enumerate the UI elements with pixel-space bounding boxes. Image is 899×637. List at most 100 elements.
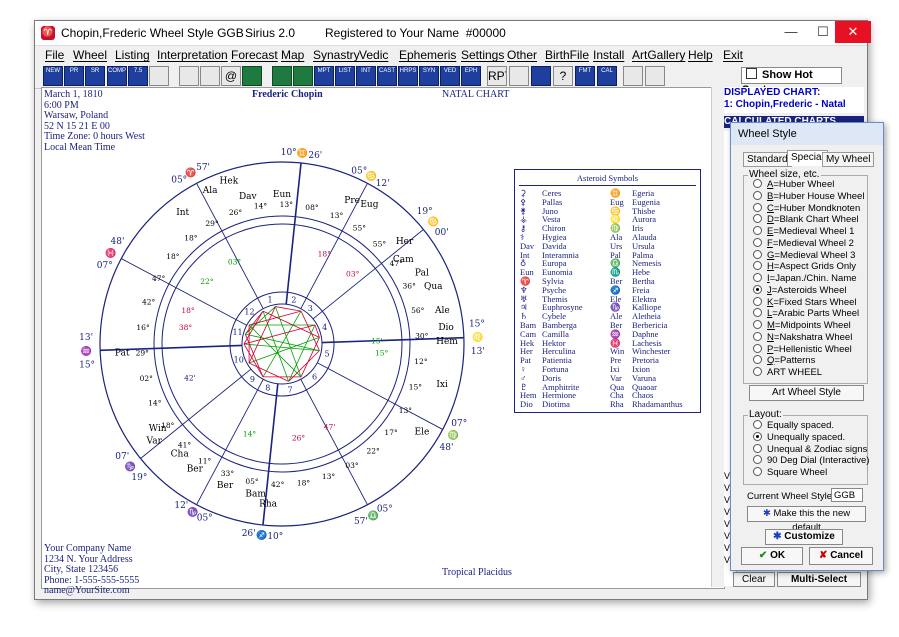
composite-icon[interactable]: COMP	[107, 66, 127, 86]
inner-planet-degree: 15°	[375, 349, 389, 358]
displayed-chart-box[interactable]: DISPLAYED CHART: 1: Chopin,Frederic - Na…	[724, 87, 864, 113]
menu-other[interactable]: Other	[507, 48, 537, 62]
menu-forecast[interactable]: Forecast	[231, 48, 278, 62]
planet-degree: 29°	[136, 349, 150, 358]
wheel-option-f[interactable]: F=Medieval Wheel 2	[753, 237, 854, 250]
wheel-option-e[interactable]: E=Medieval Wheel 1	[753, 226, 854, 238]
menu-wheel[interactable]: Wheel	[73, 48, 107, 62]
interpret-icon[interactable]: INT	[356, 66, 376, 86]
ok-button[interactable]: ✔ OK	[741, 547, 803, 565]
menu-settings[interactable]: Settings	[461, 48, 504, 62]
show-hot-spots-checkbox[interactable]: Show Hot Spots	[741, 67, 842, 96]
planet-label: Dio	[438, 323, 454, 333]
window-icon[interactable]	[149, 66, 169, 86]
multi-select-button[interactable]: Multi-Select	[777, 572, 861, 587]
layout-option[interactable]: 90 Deg Dial (Interactive)	[753, 455, 869, 467]
menu-install[interactable]: Install	[593, 48, 624, 62]
minimize-button[interactable]: —	[775, 21, 807, 43]
menu-map[interactable]: Map	[281, 48, 304, 62]
layout-option[interactable]: Equally spaced.	[753, 420, 834, 432]
wheel-option-l[interactable]: L=Arabic Parts Wheel	[753, 308, 859, 320]
wheel-option-art[interactable]: ART WHEEL	[753, 367, 822, 379]
wheel-option-h[interactable]: H=Aspect Grids Only	[753, 261, 856, 273]
customize-button[interactable]: ✱ Customize	[765, 529, 843, 545]
chart-icon[interactable]	[293, 66, 313, 86]
layout-option[interactable]: Unequal & Zodiac signs	[753, 443, 867, 456]
wheel-option-g[interactable]: G=Medieval Wheel 3	[753, 249, 855, 262]
menu-vedic[interactable]: Vedic	[359, 48, 388, 62]
cancel-button[interactable]: ✘ Cancel	[809, 547, 873, 565]
solar-return-icon[interactable]: SR	[85, 66, 105, 86]
radio-icon	[753, 237, 762, 247]
tools-icon[interactable]	[531, 66, 551, 86]
wheel-option-label: J=Asteroids Wheel	[767, 284, 847, 296]
progressions-icon[interactable]: PR	[64, 66, 84, 86]
wheel-option-label: Q=Patterns	[767, 355, 816, 367]
tab-my-wheel[interactable]: My Wheel	[822, 152, 875, 167]
wheel-option-label: B=Huber House Wheel	[767, 190, 865, 202]
menu-help[interactable]: Help	[688, 48, 713, 62]
registration-text: Registered to Your Name #00000	[325, 26, 506, 40]
zoom-in-icon[interactable]	[623, 66, 643, 86]
clear-button[interactable]: Clear	[733, 572, 775, 587]
save-icon[interactable]	[179, 66, 199, 86]
layout-option[interactable]: Unequally spaced.	[753, 431, 845, 444]
menu-artgallery[interactable]: ArtGallery	[632, 48, 685, 62]
house-number: 12	[244, 307, 254, 316]
cusp-degree: 19°	[417, 207, 433, 217]
wheel-option-n[interactable]: N=Nakshatra Wheel	[753, 331, 852, 344]
menu-synastry[interactable]: Synastry	[313, 48, 360, 62]
clock-icon[interactable]	[509, 66, 529, 86]
menu-ephemeris[interactable]: Ephemeris	[399, 48, 456, 62]
current-wheel-style-field[interactable]: GGB	[831, 488, 863, 502]
email-icon[interactable]: @	[221, 66, 241, 86]
vedic-icon[interactable]: VED	[440, 66, 460, 86]
menu-listing[interactable]: Listing	[115, 48, 150, 62]
zoom-7.5-icon[interactable]: 7.5	[128, 66, 148, 86]
calendar-icon[interactable]: CAL	[597, 66, 617, 86]
list-icon[interactable]: LIST	[335, 66, 355, 86]
wheel-option-c[interactable]: C=Huber Mondknoten	[753, 202, 860, 215]
layout-option-label: 90 Deg Dial (Interactive)	[767, 455, 870, 467]
wheel-option-i[interactable]: I=Japan./Chin. Name	[753, 273, 857, 285]
wheel-icon[interactable]	[242, 66, 262, 86]
horoscope-icon[interactable]: HRPS	[398, 66, 418, 86]
art-wheel-style-button[interactable]: Art Wheel Style	[749, 385, 864, 401]
menu-birthfile[interactable]: BirthFile	[545, 48, 589, 62]
menu-file[interactable]: File	[45, 48, 64, 62]
help-icon[interactable]: ?	[553, 66, 573, 86]
cusp-minute: 13'	[79, 333, 93, 343]
wheel-option-a[interactable]: A=Huber Wheel	[753, 179, 834, 191]
synastry-icon[interactable]: SYN	[419, 66, 439, 86]
wheel-option-q[interactable]: Q=Patterns	[753, 355, 815, 367]
midpoints-icon[interactable]: MPT	[314, 66, 334, 86]
radio-icon	[753, 261, 762, 271]
report-icon[interactable]: RPT	[487, 66, 507, 86]
wheel-option-b[interactable]: B=Huber House Wheel	[753, 190, 865, 203]
new-chart-icon[interactable]: NEW	[43, 66, 63, 86]
layout-option[interactable]: Square Wheel	[753, 467, 827, 479]
wheel-option-m[interactable]: M=Midpoints Wheel	[753, 320, 851, 332]
chart-wheel[interactable]: 1 2345678910111210° ♊ 26'05°♋12'19°♋00'15°♌…	[42, 88, 512, 588]
format-icon[interactable]: FMT	[575, 66, 595, 86]
wheel-option-d[interactable]: D=Blank Chart Wheel	[753, 214, 859, 226]
wheel-2-icon[interactable]	[272, 66, 292, 86]
make-default-button[interactable]: ✱ Make this the new default	[747, 506, 866, 533]
cast-icon[interactable]: CAST	[377, 66, 397, 86]
menu-interpretation[interactable]: Interpretation	[157, 48, 228, 62]
ephemeris-icon[interactable]: EPH	[461, 66, 481, 86]
wheel-option-j[interactable]: J=Asteroids Wheel	[753, 284, 847, 297]
planet-degree: 11°	[198, 457, 212, 466]
tab-standard[interactable]: Standard	[743, 152, 792, 167]
house-number: 11	[232, 328, 242, 337]
zoom-out-icon[interactable]	[645, 66, 665, 86]
cancel-label: Cancel	[830, 550, 863, 561]
wheel-option-k[interactable]: K=Fixed Stars Wheel	[753, 296, 857, 309]
menu-exit[interactable]: Exit	[723, 48, 743, 62]
chart-canvas[interactable]: March 1, 1810 6:00 PM Warsaw, Poland 52 N 1…	[41, 87, 725, 596]
layout-option-label: Equally spaced.	[767, 420, 835, 431]
planet-degree: 18°	[297, 478, 311, 487]
close-button[interactable]: ✕	[835, 21, 871, 43]
print-icon[interactable]	[200, 66, 220, 86]
wheel-option-p[interactable]: P=Hellenistic Wheel	[753, 343, 852, 356]
